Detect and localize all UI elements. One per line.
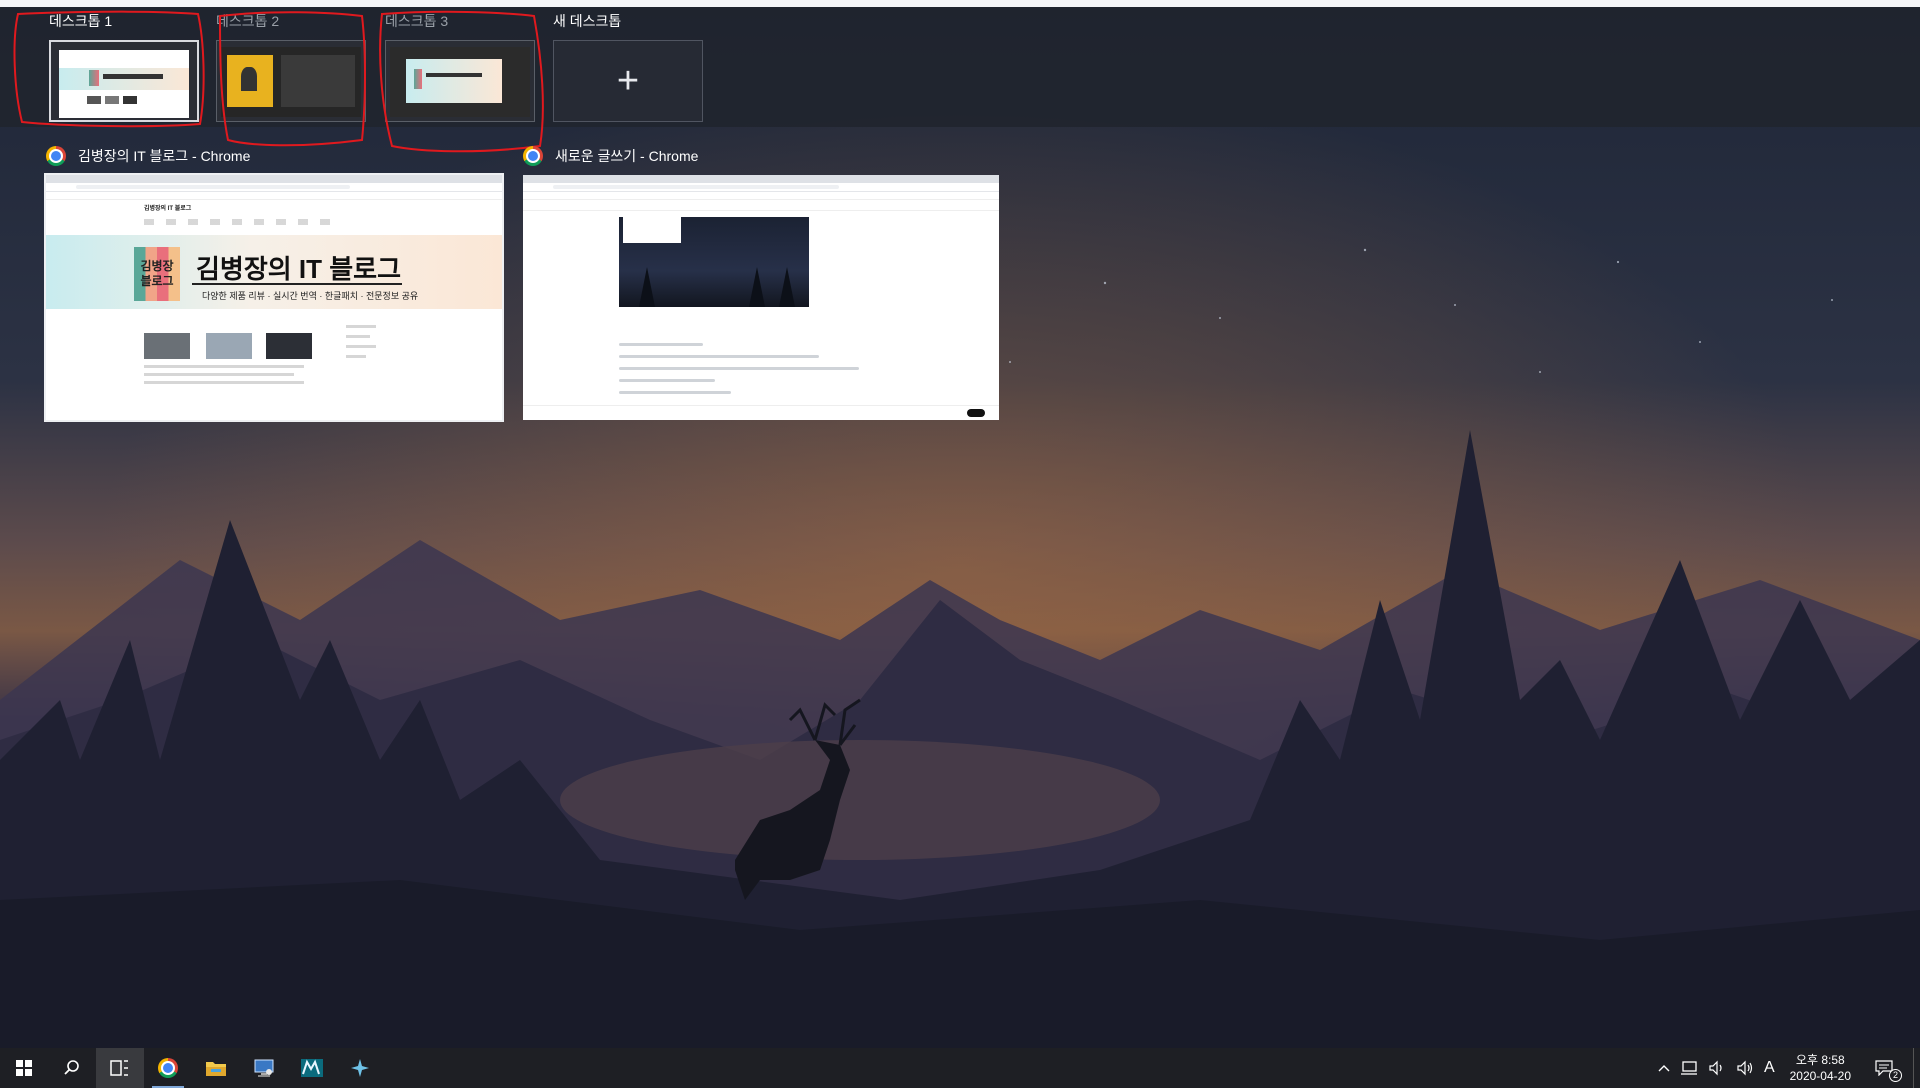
taskbar-file-explorer[interactable] bbox=[192, 1048, 240, 1088]
search-icon bbox=[64, 1060, 79, 1075]
thumb-window bbox=[59, 50, 189, 118]
taskbar: A 오후 8:58 2020-04-20 2 bbox=[0, 1048, 1920, 1088]
post-card-thumb bbox=[266, 333, 312, 359]
speaker-icon bbox=[1737, 1060, 1753, 1076]
system-tray: A 오후 8:58 2020-04-20 2 bbox=[1653, 1048, 1920, 1088]
editor-text-line bbox=[619, 379, 715, 382]
taskbar-remote-desktop[interactable] bbox=[240, 1048, 288, 1088]
search-button[interactable] bbox=[48, 1048, 96, 1088]
clock-date: 2020-04-20 bbox=[1789, 1069, 1851, 1083]
taskbar-chrome[interactable] bbox=[144, 1048, 192, 1088]
virtual-desktop-3[interactable]: 데스크톱 3 bbox=[385, 10, 535, 122]
blog-banner: 김병장 블로그 김병장의 IT 블로그 다양한 제품 리뷰 · 실시간 번역 ·… bbox=[46, 235, 502, 309]
virtual-desktop-3-thumbnail[interactable] bbox=[385, 40, 535, 122]
blog-header-name: 김병장의 IT 블로그 bbox=[144, 206, 192, 212]
start-button[interactable] bbox=[0, 1048, 48, 1088]
app-icon bbox=[351, 1059, 369, 1077]
clock-time: 오후 8:58 bbox=[1795, 1053, 1845, 1067]
browser-address-bar bbox=[46, 183, 502, 192]
blog-nav-menu bbox=[144, 219, 334, 225]
blog-logo-line-2: 블로그 bbox=[140, 274, 174, 288]
plus-icon: + bbox=[616, 60, 640, 102]
editor-toolbar bbox=[523, 200, 999, 211]
sidebar-text bbox=[346, 355, 366, 358]
publish-button bbox=[967, 409, 985, 417]
action-center-button[interactable]: 2 bbox=[1861, 1048, 1907, 1088]
window-preview-blog-header: 김병장의 IT 블로그 - Chrome bbox=[46, 143, 502, 169]
task-view-button[interactable] bbox=[96, 1048, 144, 1088]
window-title: 김병장의 IT 블로그 - Chrome bbox=[78, 148, 251, 164]
editor-text-line bbox=[619, 355, 819, 358]
window-title: 새로운 글쓰기 - Chrome bbox=[555, 148, 699, 164]
new-desktop-label: 새 데스크톱 bbox=[553, 13, 622, 29]
blog-logo: 김병장 블로그 bbox=[134, 247, 180, 301]
notification-count-badge: 2 bbox=[1889, 1069, 1902, 1082]
top-edge-band bbox=[0, 0, 1920, 7]
taskbar-app[interactable] bbox=[336, 1048, 384, 1088]
post-card-text bbox=[144, 381, 304, 384]
window-content-editor[interactable] bbox=[523, 175, 999, 420]
editor-bottom-bar bbox=[523, 405, 999, 420]
chevron-up-icon bbox=[1658, 1065, 1670, 1072]
chrome-icon bbox=[158, 1058, 178, 1078]
window-preview-blog[interactable]: 김병장의 IT 블로그 - Chrome 김병장의 IT 블로그 김병장 블로그… bbox=[44, 143, 504, 423]
post-card-thumb bbox=[144, 333, 190, 359]
network-icon bbox=[1680, 1061, 1697, 1075]
tray-overflow-button[interactable] bbox=[1653, 1048, 1675, 1088]
window-preview-editor-header: 새로운 글쓰기 - Chrome bbox=[523, 143, 999, 169]
volume-control-2[interactable] bbox=[1731, 1048, 1759, 1088]
virtual-desktop-1[interactable]: 데스크톱 1 bbox=[49, 10, 199, 122]
new-desktop[interactable]: 새 데스크톱 + bbox=[553, 10, 703, 122]
browser-address-bar bbox=[523, 183, 999, 192]
virtual-desktop-3-label: 데스크톱 3 bbox=[385, 13, 449, 29]
virtual-desktop-2-thumbnail[interactable] bbox=[216, 40, 366, 122]
remote-desktop-icon bbox=[254, 1059, 274, 1077]
blog-banner-subtitle: 다양한 제품 리뷰 · 실시간 번역 · 한글패치 · 전문정보 공유 bbox=[202, 291, 419, 301]
sidebar-text bbox=[346, 345, 376, 348]
windows-start-icon bbox=[16, 1060, 32, 1076]
ime-indicator[interactable]: A bbox=[1759, 1048, 1780, 1088]
speaker-icon bbox=[1709, 1060, 1722, 1076]
sidebar-text bbox=[346, 325, 376, 328]
blog-banner-title: 김병장의 IT 블로그 bbox=[196, 254, 401, 284]
blog-banner-underline bbox=[192, 283, 402, 285]
task-view-icon bbox=[110, 1060, 128, 1076]
blog-logo-line-1: 김병장 bbox=[140, 259, 174, 273]
editor-text-line bbox=[619, 367, 859, 370]
chrome-icon bbox=[523, 146, 543, 166]
post-card-thumb bbox=[206, 333, 252, 359]
window-content-blog[interactable]: 김병장의 IT 블로그 김병장 블로그 김병장의 IT 블로그 다양한 제품 리… bbox=[44, 173, 504, 422]
editor-text-line bbox=[619, 391, 731, 394]
virtual-desktop-1-thumbnail[interactable] bbox=[49, 40, 199, 122]
browser-tabstrip bbox=[46, 175, 502, 183]
virtual-desktop-1-label: 데스크톱 1 bbox=[49, 13, 113, 29]
virtual-desktop-2-label: 데스크톱 2 bbox=[216, 13, 280, 29]
taskbar-3dsmax[interactable] bbox=[288, 1048, 336, 1088]
show-desktop-button[interactable] bbox=[1913, 1048, 1920, 1088]
clock[interactable]: 오후 8:58 2020-04-20 bbox=[1780, 1048, 1861, 1088]
volume-control-1[interactable] bbox=[1703, 1048, 1731, 1088]
post-card-text bbox=[144, 373, 294, 376]
window-preview-editor[interactable]: 새로운 글쓰기 - Chrome bbox=[523, 143, 999, 423]
browser-bookmarks-bar bbox=[523, 192, 999, 200]
browser-bookmarks-bar bbox=[46, 192, 502, 200]
new-desktop-button[interactable]: + bbox=[553, 40, 703, 122]
post-card-text bbox=[144, 365, 304, 368]
sidebar-text bbox=[346, 335, 370, 338]
virtual-desktop-2[interactable]: 데스크톱 2 bbox=[216, 10, 366, 122]
file-explorer-icon bbox=[206, 1062, 226, 1076]
3dsmax-icon bbox=[301, 1059, 323, 1077]
editor-text-line bbox=[619, 343, 703, 346]
editor-inserted-image bbox=[619, 217, 809, 307]
browser-tabstrip bbox=[523, 175, 999, 183]
network-status[interactable] bbox=[1675, 1048, 1703, 1088]
chrome-icon bbox=[46, 146, 66, 166]
